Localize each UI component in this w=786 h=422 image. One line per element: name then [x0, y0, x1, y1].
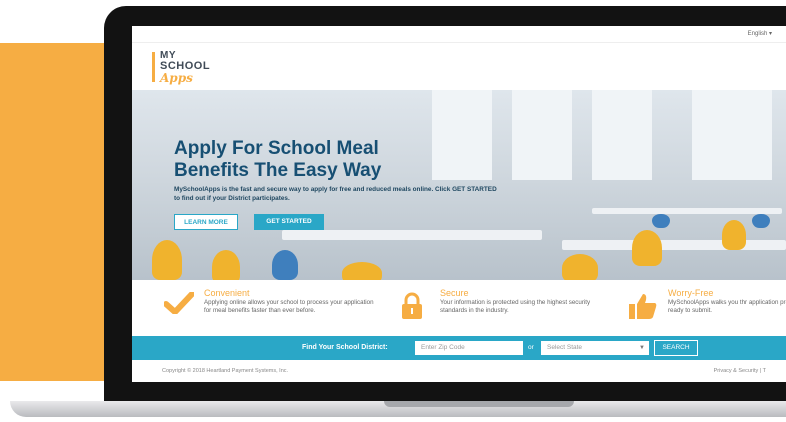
district-search-bar: Find Your School District: Enter Zip Cod… — [132, 336, 786, 360]
feature-title: Secure — [440, 288, 469, 298]
padlock-icon — [402, 292, 422, 319]
privacy-security-link[interactable]: Privacy & Security | T — [714, 368, 766, 374]
or-label: or — [528, 344, 534, 351]
laptop-screen: English ▾ MY SCHOOL Apps Apply For Schoo… — [132, 26, 786, 382]
feature-description: Applying online allows your school to pr… — [204, 299, 374, 314]
zip-code-input[interactable]: Enter Zip Code — [415, 341, 523, 355]
feature-title: Convenient — [204, 288, 250, 298]
footer: Copyright © 2018 Heartland Payment Syste… — [132, 360, 786, 382]
copyright-text: Copyright © 2018 Heartland Payment Syste… — [162, 368, 289, 374]
features-row: Convenient Applying online allows your s… — [132, 280, 786, 336]
feature-description: Your information is protected using the … — [440, 299, 591, 314]
state-select-value: Select State — [547, 344, 583, 351]
search-button[interactable]: SEARCH — [654, 340, 698, 356]
checkmark-icon — [164, 292, 194, 314]
laptop-notch — [384, 401, 574, 407]
top-bar: English ▾ — [132, 26, 786, 43]
logo-text-apps: Apps — [160, 71, 193, 85]
learn-more-button[interactable]: LEARN MORE — [174, 214, 238, 230]
caret-down-icon: ▼ — [639, 345, 645, 351]
state-select[interactable]: Select State ▼ — [541, 341, 649, 355]
district-label: Find Your School District: — [302, 344, 388, 351]
feature-description: MySchoolApps walks you thr application p… — [668, 299, 786, 314]
hero-description: MySchoolApps is the fast and secure way … — [174, 186, 497, 202]
hero-banner: Apply For School Meal Benefits The Easy … — [132, 90, 786, 280]
logo-accent-bar — [152, 52, 155, 82]
feature-title: Worry-Free — [668, 288, 714, 298]
language-selector[interactable]: English ▾ — [748, 30, 772, 37]
get-started-button[interactable]: GET STARTED — [254, 214, 324, 230]
hero-title: Apply For School Meal Benefits The Easy … — [174, 138, 382, 181]
thumbs-up-icon — [629, 294, 657, 319]
